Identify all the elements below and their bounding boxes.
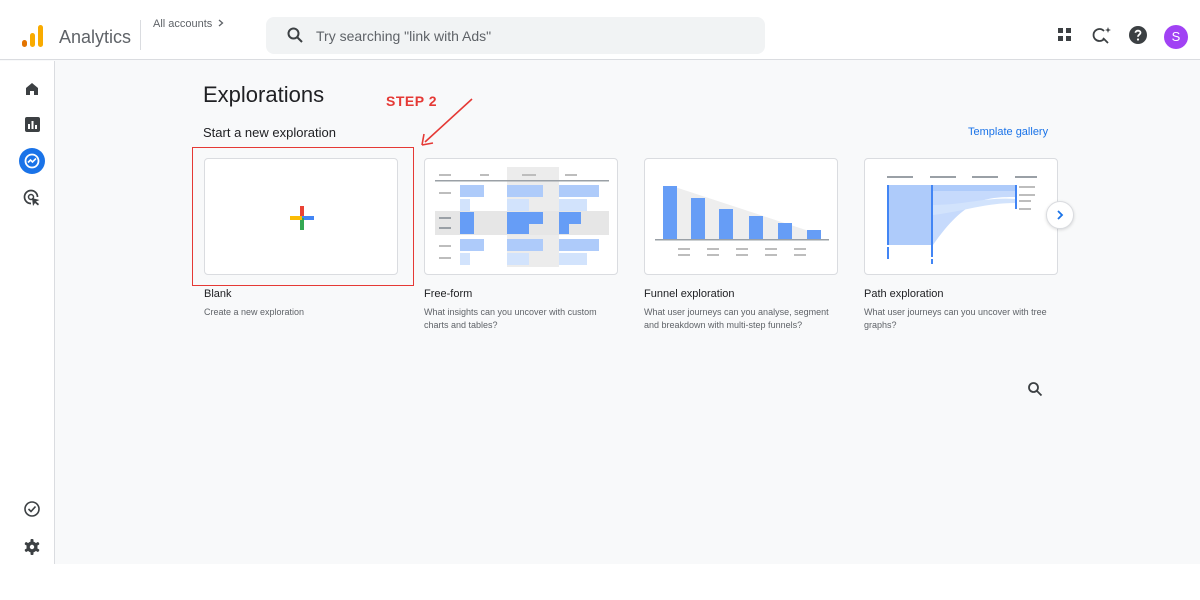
help-icon[interactable] bbox=[1128, 25, 1148, 45]
search-input[interactable]: Try searching "link with Ads" bbox=[316, 28, 491, 44]
target-icon bbox=[23, 189, 40, 206]
free-form-card[interactable] bbox=[424, 158, 618, 275]
check-circle-icon bbox=[24, 501, 40, 517]
account-selector[interactable]: All accounts bbox=[153, 18, 225, 30]
explore-icon bbox=[24, 153, 40, 169]
left-nav bbox=[0, 61, 55, 564]
chevron-right-icon bbox=[1057, 210, 1064, 220]
nav-advertising[interactable] bbox=[19, 185, 45, 211]
nav-admin-check[interactable] bbox=[19, 496, 45, 522]
apps-grid-icon[interactable] bbox=[1055, 25, 1075, 45]
nav-reports[interactable] bbox=[19, 111, 45, 137]
account-label: All accounts bbox=[153, 18, 213, 30]
app-window: Analytics All accounts Try searching "li… bbox=[0, 0, 1200, 564]
card-description: What user journeys can you uncover with … bbox=[864, 307, 1047, 330]
template-gallery-link[interactable]: Template gallery bbox=[968, 126, 1048, 138]
bar-chart-icon bbox=[24, 116, 40, 132]
next-carousel-button[interactable] bbox=[1046, 201, 1074, 229]
analytics-logo[interactable] bbox=[22, 25, 44, 47]
card-description: Create a new exploration bbox=[204, 307, 305, 317]
card-title: Funnel exploration bbox=[644, 288, 735, 300]
free-form-illustration bbox=[435, 167, 609, 267]
path-illustration bbox=[887, 176, 1037, 264]
card-description: What user journeys can you analyse, segm… bbox=[644, 307, 829, 330]
home-icon bbox=[26, 83, 38, 95]
card-title: Blank bbox=[204, 288, 232, 300]
gear-icon bbox=[24, 539, 40, 555]
step-highlight-box bbox=[192, 147, 414, 286]
card-title: Free-form bbox=[424, 288, 473, 300]
avatar[interactable]: S bbox=[1164, 25, 1188, 49]
chevron-right-icon bbox=[218, 19, 224, 27]
app-name: Analytics bbox=[59, 27, 132, 47]
card-title: Path exploration bbox=[864, 288, 944, 300]
funnel-exploration-card[interactable] bbox=[644, 158, 838, 275]
top-bar: Analytics All accounts Try searching "li… bbox=[0, 0, 1200, 60]
arrow-icon bbox=[421, 98, 473, 146]
card-description: What insights can you uncover with custo… bbox=[424, 307, 597, 330]
path-exploration-card[interactable] bbox=[864, 158, 1058, 275]
funnel-illustration bbox=[655, 186, 829, 256]
search-icon[interactable] bbox=[1027, 381, 1043, 397]
nav-explore[interactable] bbox=[19, 148, 45, 174]
header-divider bbox=[140, 20, 141, 50]
search-insights-icon[interactable] bbox=[1092, 25, 1112, 45]
search-icon bbox=[287, 27, 303, 43]
section-subtitle: Start a new exploration bbox=[203, 125, 336, 140]
nav-settings[interactable] bbox=[19, 534, 45, 560]
search-bar[interactable]: Try searching "link with Ads" bbox=[266, 17, 765, 54]
page-title: Explorations bbox=[203, 82, 325, 107]
nav-home[interactable] bbox=[19, 76, 45, 102]
